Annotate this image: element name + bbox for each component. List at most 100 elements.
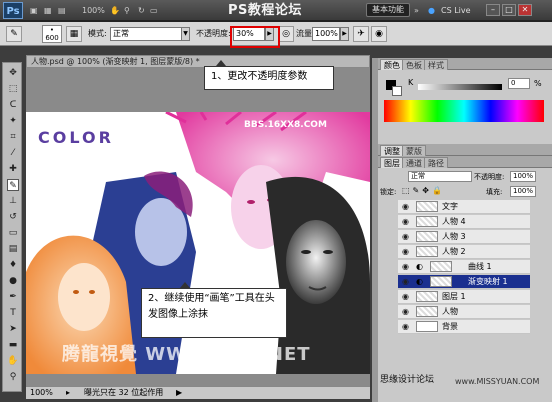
stamp-tool-icon[interactable]: ⊥ — [7, 195, 19, 207]
bridge-icon[interactable]: ▣ — [30, 4, 38, 17]
brush-size-picker[interactable]: • 600 — [42, 25, 62, 43]
cslive-icon: ● — [428, 6, 435, 15]
zoom-tool-icon[interactable]: ⚲ — [7, 371, 19, 383]
tab-channels[interactable]: 通道 — [402, 157, 426, 168]
tab-adjustments[interactable]: 调整 — [380, 145, 404, 156]
hand-icon[interactable]: ✋ — [110, 4, 120, 17]
pen-tool-icon[interactable]: ✒ — [7, 291, 19, 303]
arrange-icon[interactable]: ▭ — [150, 4, 158, 17]
path-select-tool-icon[interactable]: ➤ — [7, 323, 19, 335]
zoom-icon[interactable]: ⚲ — [124, 4, 130, 17]
k-label: K — [408, 78, 414, 87]
fill-label: 填充: — [486, 188, 503, 196]
layer-name: 人物 — [442, 307, 458, 316]
tab-layers[interactable]: 图层 — [380, 157, 404, 168]
tab-masks[interactable]: 蒙版 — [402, 145, 426, 156]
lock-label: 锁定: — [380, 188, 397, 196]
guides-icon[interactable]: ▤ — [58, 4, 66, 17]
type-tool-icon[interactable]: T — [7, 307, 19, 319]
tab-paths[interactable]: 路径 — [424, 157, 448, 168]
tab-styles[interactable]: 样式 — [424, 59, 448, 70]
visibility-eye-icon[interactable]: ◉ — [402, 307, 412, 317]
rotate-icon[interactable]: ↻ — [138, 4, 145, 17]
tlvi-watermark: 腾龍視覺 WWW.TLVI.NET — [62, 344, 311, 365]
layer-thumbnail — [416, 291, 438, 302]
blend-mode-select[interactable]: 正常 — [408, 171, 472, 182]
color-ramp[interactable] — [384, 100, 544, 122]
move-tool-icon[interactable]: ✥ — [7, 67, 19, 79]
workspace-button[interactable]: 基本功能 — [366, 3, 410, 17]
visibility-eye-icon[interactable]: ◉ — [402, 292, 412, 302]
callout-step2: 2、继续使用“画笔”工具在头发图像上涂抹 — [141, 288, 287, 338]
close-icon[interactable]: ✕ — [518, 4, 532, 16]
status-nav-icon[interactable]: ▸ — [66, 387, 70, 399]
status-text: 曝光只在 32 位起作用 — [84, 388, 164, 397]
quick-select-tool-icon[interactable]: ✦ — [7, 115, 19, 127]
minimize-icon[interactable]: – — [486, 4, 500, 16]
restore-icon[interactable]: □ — [502, 4, 516, 16]
expand-icon[interactable]: » — [414, 4, 419, 17]
lock-icons[interactable]: ⬚✎✥🔒 — [402, 186, 445, 195]
tab-swatches[interactable]: 色板 — [402, 59, 426, 70]
flow-input[interactable]: 100% — [312, 27, 340, 41]
visibility-eye-icon[interactable]: ◉ — [402, 322, 412, 332]
brush-preset-icon[interactable]: ✎ — [6, 26, 22, 42]
visibility-eye-icon[interactable]: ◉ — [402, 262, 412, 272]
flow-slider-icon[interactable]: ▶ — [340, 27, 349, 41]
mode-label: 模式: — [88, 29, 107, 38]
layer-name: 人物 2 — [442, 247, 466, 256]
bbs-watermark: BBS.16XX8.COM — [244, 120, 327, 130]
layer-opacity-input[interactable]: 100% — [510, 171, 536, 182]
brush-tool-icon[interactable]: ✎ — [7, 179, 19, 191]
pressure-size-icon[interactable]: ◉ — [371, 26, 387, 42]
brush-panel-icon[interactable]: ▦ — [66, 26, 82, 42]
healing-tool-icon[interactable]: ✚ — [7, 163, 19, 175]
background-color-swatch[interactable] — [392, 86, 402, 96]
history-brush-tool-icon[interactable]: ↺ — [7, 211, 19, 223]
blur-tool-icon[interactable]: ♦ — [7, 259, 19, 271]
fill-input[interactable]: 100% — [510, 186, 536, 197]
marquee-tool-icon[interactable]: ⬚ — [7, 83, 19, 95]
airbrush-icon[interactable]: ✈ — [353, 26, 369, 42]
callout-step1-pointer — [216, 60, 226, 66]
eraser-tool-icon[interactable]: ▭ — [7, 227, 19, 239]
gradient-tool-icon[interactable]: ▤ — [7, 243, 19, 255]
adjustment-layer-icon: ◐ — [416, 277, 423, 286]
layer-opacity-label: 不透明度: — [474, 173, 505, 181]
status-arrow-icon[interactable]: ▶ — [176, 387, 182, 399]
brush-dot-icon: • — [49, 26, 55, 34]
hand-tool-icon[interactable]: ✋ — [7, 355, 19, 367]
k-slider[interactable] — [418, 84, 502, 90]
dodge-tool-icon[interactable]: ● — [7, 275, 19, 287]
layers-panel-tabs: 图层 通道 路径 — [378, 156, 552, 168]
mode-select[interactable]: 正常 — [110, 27, 190, 41]
mode-dropdown-icon[interactable]: ▼ — [181, 27, 190, 41]
visibility-eye-icon[interactable]: ◉ — [402, 232, 412, 242]
minibridge-icon[interactable]: ▦ — [44, 4, 52, 17]
status-zoom[interactable]: 100% — [30, 387, 53, 399]
layer-name: 人物 4 — [442, 217, 466, 226]
layer-name: 图层 1 — [442, 292, 466, 301]
zoom-level[interactable]: 100% — [82, 4, 105, 17]
layer-name: 人物 3 — [442, 232, 466, 241]
shape-tool-icon[interactable]: ▬ — [7, 339, 19, 351]
photoshop-logo: Ps — [3, 2, 23, 19]
tab-color[interactable]: 颜色 — [380, 59, 404, 70]
layer-thumbnail — [416, 201, 438, 212]
visibility-eye-icon[interactable]: ◉ — [402, 217, 412, 227]
visibility-eye-icon[interactable]: ◉ — [402, 202, 412, 212]
eyedropper-tool-icon[interactable]: ⁄ — [7, 147, 19, 159]
cs-live-label[interactable]: CS Live — [441, 4, 471, 17]
k-value[interactable]: 0 — [508, 78, 530, 89]
opacity-label: 不透明度: — [196, 29, 231, 38]
footer-site2: www.MISSYUAN.COM — [455, 377, 540, 386]
pressure-opacity-icon[interactable]: ◎ — [278, 26, 294, 42]
status-bar: 100% ▸ 曝光只在 32 位起作用 ▶ — [26, 386, 370, 399]
crop-tool-icon[interactable]: ⌗ — [7, 131, 19, 143]
layer-name: 文字 — [442, 202, 458, 211]
lasso-tool-icon[interactable]: ᑕ — [7, 99, 19, 111]
visibility-eye-icon[interactable]: ◉ — [402, 247, 412, 257]
visibility-eye-icon[interactable]: ◉ — [402, 277, 412, 287]
layer-thumbnail — [416, 231, 438, 242]
menu-bar: Ps ▣ ▦ ▤ 100% ✋ ⚲ ↻ ▭ PS教程论坛 基本功能 » ● CS… — [0, 0, 552, 21]
